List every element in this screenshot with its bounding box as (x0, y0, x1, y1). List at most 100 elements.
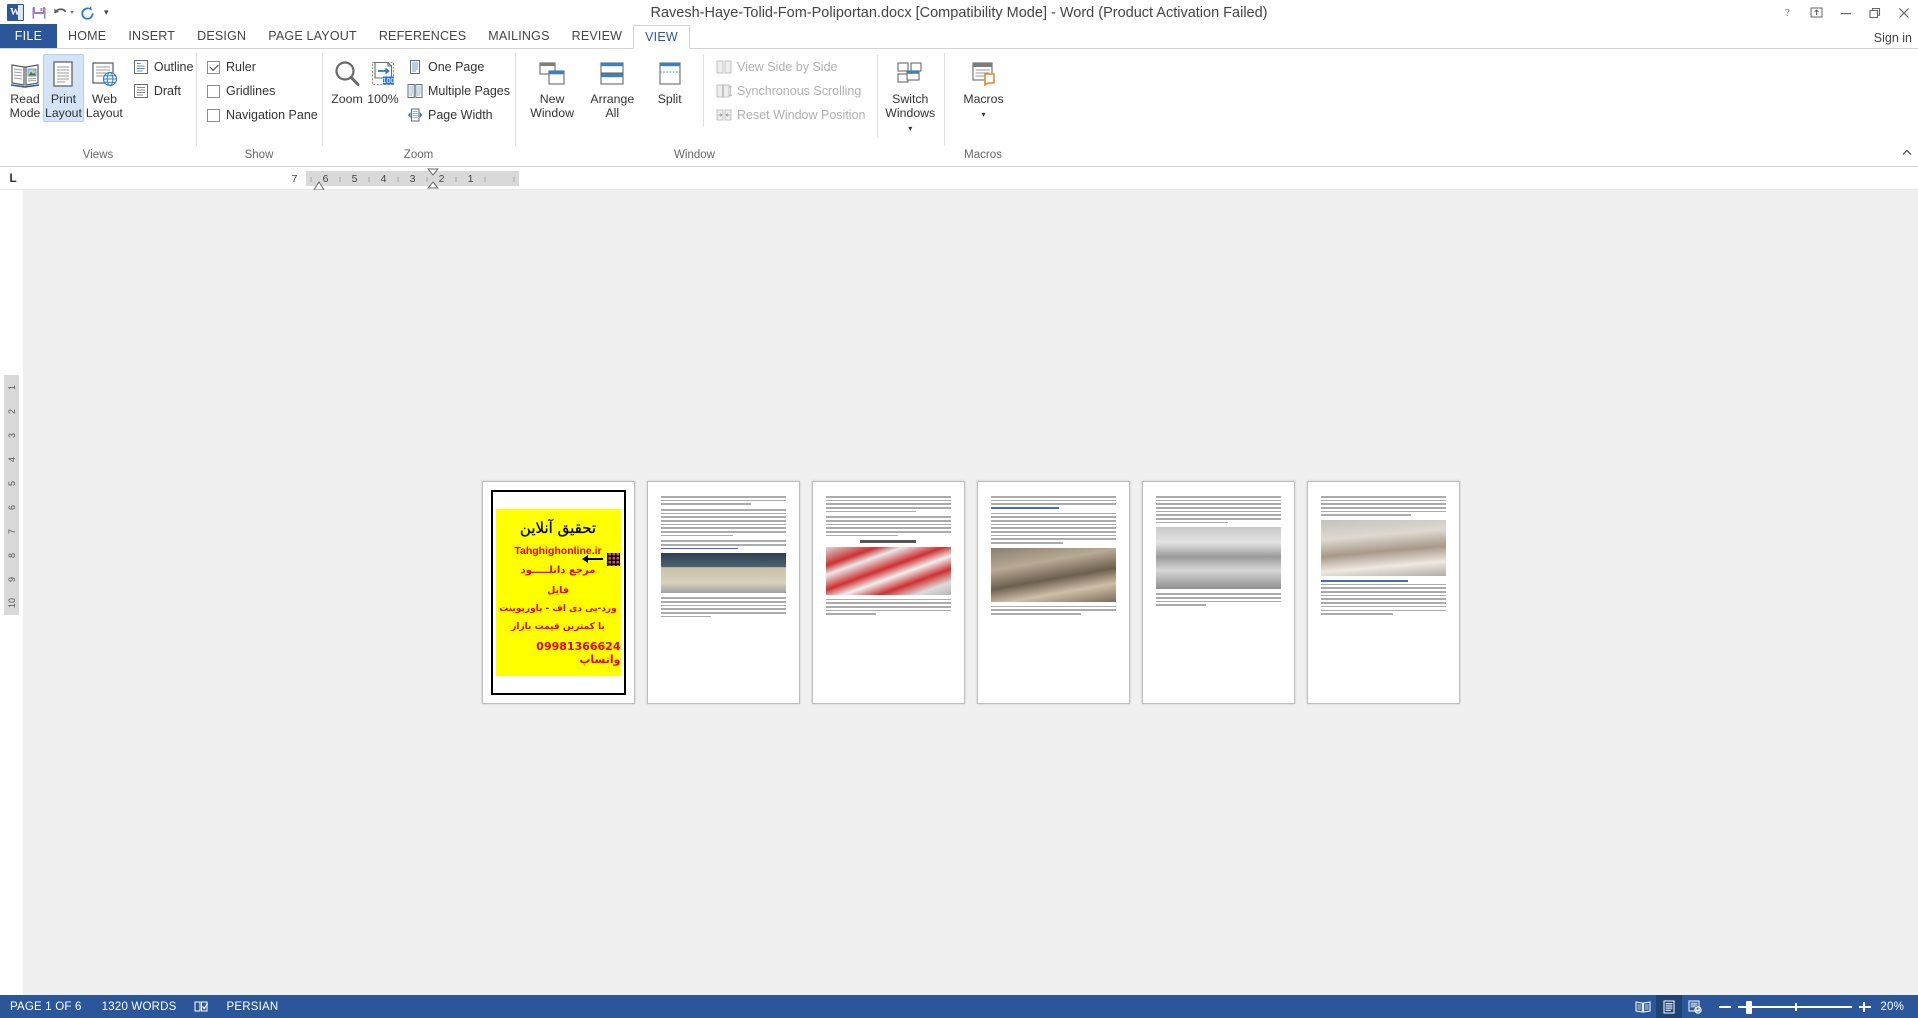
switch-windows-button[interactable]: Switch Windows ▾ (877, 54, 938, 138)
tab-stop-selector[interactable]: L (2, 167, 24, 189)
quick-access-toolbar: ▾ ▾ (0, 0, 113, 25)
ruler-tick: ı (367, 173, 371, 184)
tab-view[interactable]: VIEW (633, 25, 690, 49)
print-layout-button[interactable]: Print Layout (43, 54, 84, 122)
reset-window-position-label: Reset Window Position (736, 108, 866, 122)
reset-window-position-item: Reset Window Position (712, 103, 870, 127)
switch-windows-label: Switch Windows ▾ (885, 92, 936, 133)
view-side-by-side-label: View Side by Side (736, 60, 838, 74)
arrange-all-icon (596, 58, 628, 90)
page-width-item[interactable]: Page Width (403, 103, 514, 127)
ruler-checkbox-item[interactable]: Ruler (203, 55, 322, 79)
ribbon-group-window: New Window Arrange All Split View Side b… (515, 49, 944, 166)
macros-button[interactable]: Macros ▾ (952, 54, 1016, 124)
page-5-content (1148, 487, 1289, 698)
customize-quick-access-toolbar-icon[interactable]: ▾ (100, 7, 113, 18)
zoom-slider-knob[interactable] (1746, 1000, 1752, 1014)
paragraph (990, 605, 1116, 615)
ribbon-group-macros: Macros ▾ Macros (944, 49, 1022, 166)
page-indicator[interactable]: PAGE 1 OF 6 (0, 995, 92, 1018)
document-workspace: 1 2 3 4 5 6 7 8 9 10 تحقیق آنلاین Tahghi… (0, 190, 1918, 995)
undo-caret-icon[interactable]: ▾ (70, 9, 73, 16)
draft-view-item[interactable]: Draft (129, 79, 198, 103)
page-5-image (1155, 527, 1281, 590)
tab-home[interactable]: HOME (57, 24, 117, 48)
multiple-pages-label: Multiple Pages (428, 84, 510, 98)
tab-references[interactable]: REFERENCES (368, 24, 477, 48)
poster-line-2: Tahghighonline.ir (514, 545, 602, 558)
tab-insert[interactable]: INSERT (117, 24, 186, 48)
page-width-label: Page Width (428, 108, 493, 122)
proofing-errors-icon[interactable] (187, 1000, 217, 1013)
multiple-pages-item[interactable]: Multiple Pages (403, 79, 514, 103)
one-page-item[interactable]: One Page (403, 55, 514, 79)
document-page-1[interactable]: تحقیق آنلاین Tahghighonline.ir مرجع دانل… (481, 481, 635, 704)
word-count[interactable]: 1320 WORDS (92, 995, 187, 1018)
document-page-3[interactable] (811, 481, 965, 704)
page-2-image (660, 553, 786, 594)
navigation-pane-checkbox-item[interactable]: Navigation Pane (203, 103, 322, 127)
poster-content: تحقیق آنلاین Tahghighonline.ir مرجع دانل… (495, 509, 621, 676)
ribbon-group-show: Ruler Gridlines Navigation Pane Show (196, 49, 322, 166)
indent-markers[interactable] (424, 168, 442, 189)
document-page-5[interactable] (1141, 481, 1295, 704)
ruler-number-3: 3 (409, 172, 416, 185)
tab-review[interactable]: REVIEW (561, 24, 634, 48)
horizontal-ruler-bar: L 7 ı 6 ı 5 ı 4 ı 3 ı 2 ı 1 ı ı (0, 167, 1918, 191)
zoom-button[interactable]: Zoom (329, 54, 365, 108)
tab-page-layout[interactable]: PAGE LAYOUT (257, 24, 368, 48)
redo-icon[interactable] (76, 2, 98, 24)
web-layout-button[interactable]: Web Layout (84, 54, 125, 122)
document-canvas[interactable]: تحقیق آنلاین Tahghighonline.ir مرجع دانل… (23, 190, 1918, 995)
page-4-content (983, 487, 1124, 698)
navigation-pane-label: Navigation Pane (226, 108, 318, 122)
read-mode-view-icon[interactable] (1630, 995, 1656, 1018)
close-icon[interactable] (1889, 0, 1918, 25)
language-indicator[interactable]: PERSIAN (217, 995, 289, 1018)
read-mode-button[interactable]: Read Mode (7, 54, 43, 122)
new-window-button[interactable]: New Window (522, 54, 582, 122)
web-layout-view-icon[interactable] (1682, 995, 1708, 1018)
navigation-pane-checkbox[interactable] (207, 108, 220, 122)
word-logo-icon[interactable] (4, 2, 26, 24)
gridlines-checkbox-item[interactable]: Gridlines (203, 79, 322, 103)
save-icon[interactable] (28, 2, 50, 24)
zoom-slider-midpoint (1795, 1002, 1797, 1011)
print-layout-view-icon[interactable] (1656, 995, 1682, 1018)
zoom-slider[interactable] (1738, 1000, 1852, 1014)
zoom-level-label[interactable]: 20% (1878, 1001, 1912, 1013)
collapse-ribbon-icon[interactable] (1901, 147, 1913, 162)
document-page-2[interactable] (646, 481, 800, 704)
paragraph (1155, 496, 1281, 524)
tab-file[interactable]: FILE (0, 24, 57, 48)
vertical-ruler[interactable]: 1 2 3 4 5 6 7 8 9 10 (0, 190, 23, 995)
ruler-tick: ı (396, 173, 400, 184)
zoom-out-icon[interactable] (1718, 1000, 1732, 1014)
arrange-all-button[interactable]: Arrange All (582, 54, 642, 122)
synchronous-scrolling-item: Synchronous Scrolling (712, 79, 870, 103)
undo-icon[interactable]: ▾ (52, 2, 74, 24)
ruler-checkbox[interactable] (207, 60, 220, 74)
group-label-window: Window (674, 149, 715, 161)
split-button[interactable]: Split (642, 54, 697, 108)
outline-view-item[interactable]: Outline (129, 55, 198, 79)
ribbon-group-views: Read Mode Print Layout Web Layout Outlin… (0, 49, 196, 166)
document-page-6[interactable] (1306, 481, 1460, 704)
sign-in-link[interactable]: Sign in (1874, 31, 1912, 45)
zoom-100-button[interactable]: 100 100% (365, 54, 401, 108)
vruler-5: 5 (6, 480, 17, 486)
minimize-icon[interactable] (1831, 0, 1860, 25)
outline-view-label: Outline (153, 60, 194, 74)
restore-icon[interactable] (1860, 0, 1889, 25)
tab-mailings[interactable]: MAILINGS (477, 24, 560, 48)
split-icon (654, 58, 686, 90)
tab-design[interactable]: DESIGN (186, 24, 257, 48)
help-icon[interactable]: ? (1773, 0, 1802, 25)
zoom-in-icon[interactable] (1858, 1000, 1872, 1014)
vruler-3: 3 (6, 432, 17, 438)
document-page-4[interactable] (976, 481, 1130, 704)
gridlines-checkbox[interactable] (207, 84, 220, 98)
page-3-content (818, 487, 959, 698)
macros-label: Macros ▾ (963, 92, 1004, 119)
ribbon-display-options-icon[interactable] (1802, 0, 1831, 25)
